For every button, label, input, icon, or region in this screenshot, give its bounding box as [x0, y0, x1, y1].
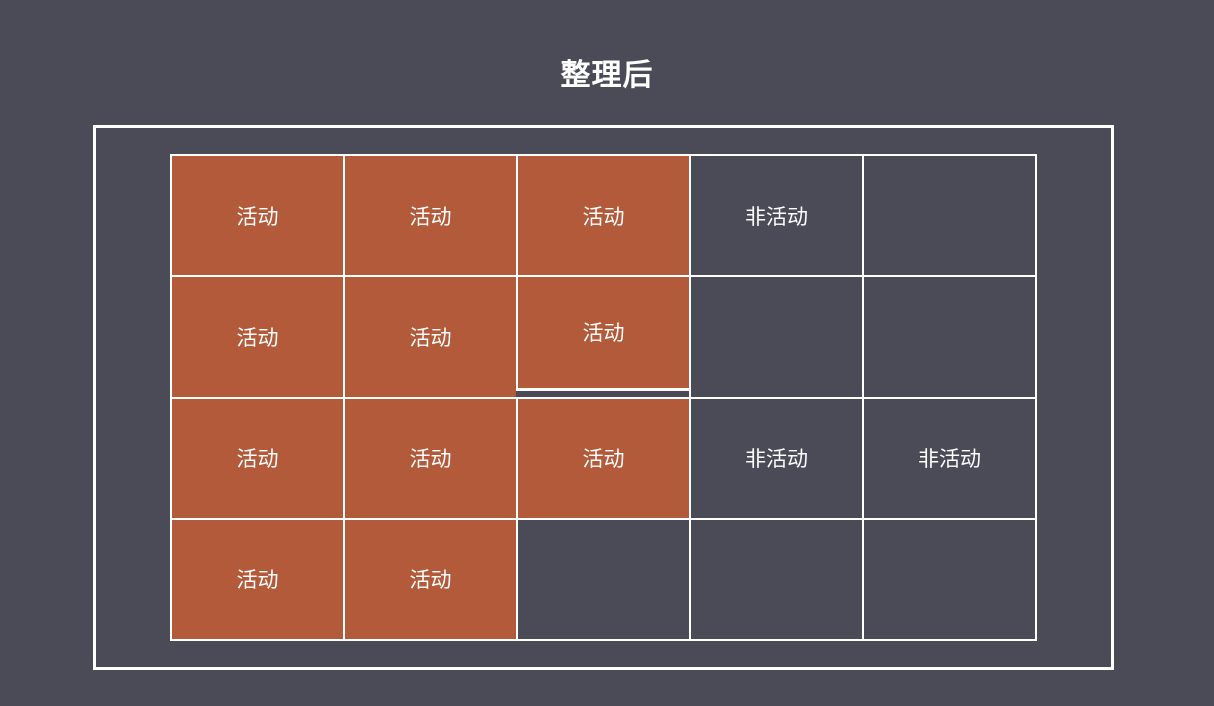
cell-label: 活动: [409, 325, 452, 350]
cell-label: 活动: [236, 568, 279, 593]
grid-cell-empty-r2c4: [689, 275, 864, 399]
cell-label: 非活动: [745, 204, 808, 229]
grid-cell-active-r3c2: 活动: [343, 396, 518, 520]
memory-grid: 活动 活动 活动 非活动 活动 活动 活动 活动 活动 活动 非活动 非活动 活动 活动: [170, 154, 1037, 641]
grid-cell-empty-r1c5: [862, 154, 1037, 278]
cell-label: 非活动: [745, 447, 808, 472]
cell-label: 活动: [236, 204, 279, 229]
grid-cell-inactive-r3c4: 非活动: [689, 396, 864, 520]
grid-cell-active-r1c3: 活动: [516, 154, 691, 278]
grid-cell-active-r2c1: 活动: [170, 275, 345, 399]
cell-label: 活动: [409, 568, 452, 593]
cell-label: 活动: [409, 204, 452, 229]
cell-label: 活动: [236, 447, 279, 472]
grid-cell-active-r1c2: 活动: [343, 154, 518, 278]
grid-cell-inactive-r3c5: 非活动: [862, 396, 1037, 520]
grid-cell-active-r3c1: 活动: [170, 396, 345, 520]
cell-label: 非活动: [918, 447, 981, 472]
grid-cell-empty-r4c5: [862, 517, 1037, 641]
grid-cell-active-r4c1: 活动: [170, 517, 345, 641]
cell-label: 活动: [582, 447, 625, 472]
grid-cell-active-r1c1: 活动: [170, 154, 345, 278]
cell-label: 活动: [582, 204, 625, 229]
grid-cell-empty-r4c4: [689, 517, 864, 641]
grid-cell-active-r2c2: 活动: [343, 275, 518, 399]
grid-cell-inactive-r1c4: 非活动: [689, 154, 864, 278]
cell-label: 活动: [236, 325, 279, 350]
page-title: 整理后: [560, 58, 654, 93]
cell-label: 活动: [582, 321, 625, 346]
grid-cell-empty-r2c5: [862, 275, 1037, 399]
grid-cell-active-r3c3: 活动: [516, 396, 691, 520]
grid-cell-active-r4c2: 活动: [343, 517, 518, 641]
grid-cell-empty-r4c3: [516, 517, 691, 641]
grid-cell-active-r2c3: 活动: [516, 275, 691, 399]
cell-label: 活动: [409, 447, 452, 472]
